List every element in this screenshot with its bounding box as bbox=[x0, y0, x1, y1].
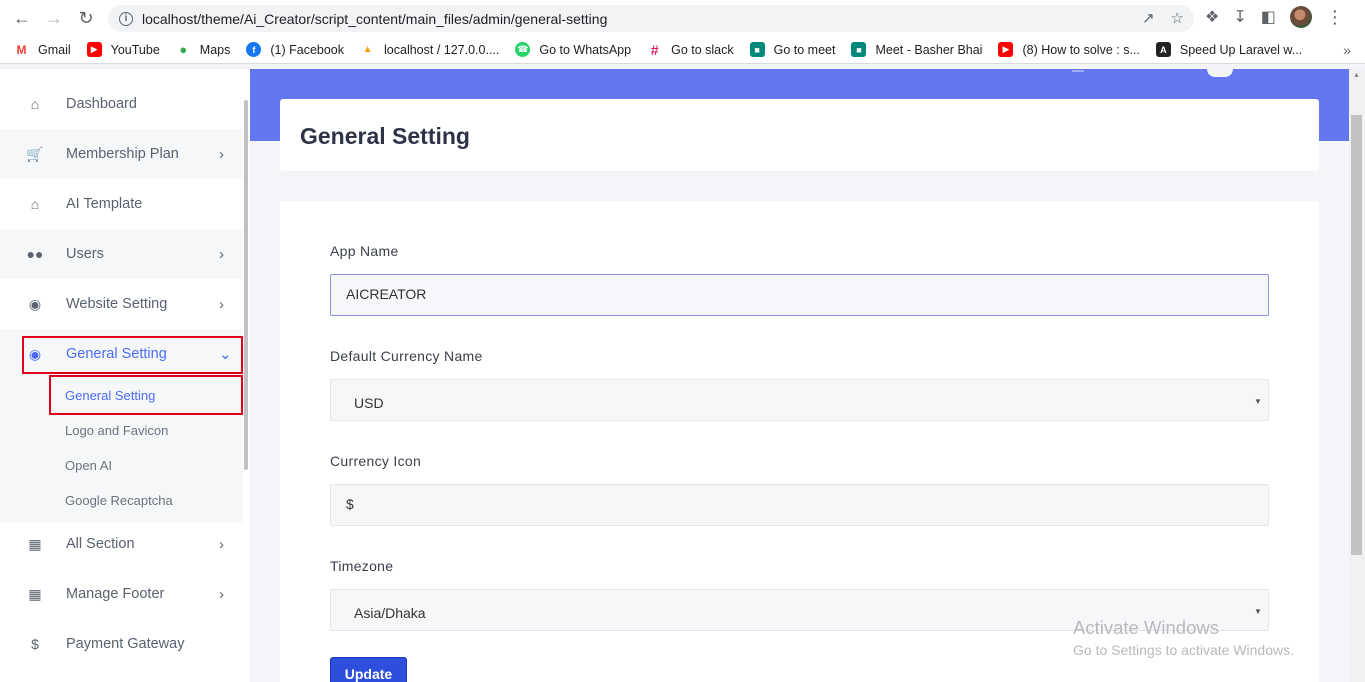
maps-icon: ● bbox=[179, 42, 188, 57]
more-bookmarks-icon[interactable]: » bbox=[1343, 42, 1351, 58]
submenu-item-google-recaptcha[interactable]: Google Recaptcha bbox=[65, 493, 173, 508]
address-bar[interactable]: i localhost/theme/Ai_Creator/script_cont… bbox=[108, 5, 1194, 32]
highlight-box-submenu bbox=[49, 375, 243, 415]
bookmark-youtube-video[interactable]: ▶ (8) How to solve : s... bbox=[998, 42, 1140, 57]
header-notification-edge bbox=[1072, 69, 1084, 72]
grid-icon: ▦ bbox=[28, 585, 42, 602]
page-header-card: General Setting bbox=[280, 99, 1319, 171]
update-button[interactable]: Update bbox=[330, 657, 407, 682]
app-name-label: App Name bbox=[330, 243, 399, 259]
submenu-item-open-ai[interactable]: Open AI bbox=[65, 458, 112, 473]
highlight-box-menu bbox=[22, 336, 243, 374]
share-icon[interactable]: ↗ bbox=[1142, 9, 1155, 27]
bookmark-localhost[interactable]: ▲ localhost / 127.0.0.... bbox=[360, 42, 500, 57]
header-avatar[interactable] bbox=[1207, 69, 1233, 77]
youtube-icon: ▶ bbox=[86, 42, 102, 57]
slack-icon: # bbox=[650, 41, 659, 58]
chevron-right-icon: › bbox=[219, 245, 224, 263]
windows-activation-watermark: Activate Windows Go to Settings to activ… bbox=[1073, 617, 1294, 658]
dropdown-caret-icon: ▼ bbox=[1254, 397, 1262, 406]
bookmark-slack[interactable]: # Go to slack bbox=[647, 41, 734, 58]
app-name-input[interactable]: AICREATOR bbox=[330, 274, 1269, 316]
chevron-right-icon: › bbox=[219, 535, 224, 553]
profile-avatar[interactable] bbox=[1289, 6, 1312, 28]
app-name-value: AICREATOR bbox=[346, 286, 427, 302]
home-icon: ⌂ bbox=[30, 196, 40, 212]
sidebar-item-dashboard[interactable]: ⌂ Dashboard bbox=[0, 79, 243, 129]
facebook-icon: f bbox=[246, 42, 262, 57]
side-panel-icon[interactable]: ◧ bbox=[1261, 7, 1276, 27]
sidebar-scrollbar[interactable] bbox=[244, 100, 248, 470]
timezone-label: Timezone bbox=[330, 558, 394, 574]
download-icon[interactable]: ↧ bbox=[1233, 7, 1246, 27]
home-icon: ⌂ bbox=[30, 96, 40, 112]
currency-name-label: Default Currency Name bbox=[330, 348, 483, 364]
bookmark-facebook[interactable]: f (1) Facebook bbox=[246, 42, 344, 57]
meet-icon: ■ bbox=[749, 42, 765, 57]
bookmark-whatsapp[interactable]: ☎ Go to WhatsApp bbox=[515, 42, 631, 57]
currency-icon-input[interactable]: $ bbox=[330, 484, 1269, 526]
bookmarks-bar: M Gmail ▶ YouTube ● Maps f (1) Facebook ▲ loc… bbox=[0, 36, 1365, 64]
watermark-subtitle: Go to Settings to activate Windows. bbox=[1073, 642, 1294, 658]
whatsapp-icon: ☎ bbox=[515, 42, 531, 57]
globe-icon: ◉ bbox=[28, 295, 42, 312]
sidebar-item-website-setting[interactable]: ◉ Website Setting › bbox=[0, 279, 243, 329]
chevron-right-icon: › bbox=[219, 145, 224, 163]
cart-icon: 🛒 bbox=[26, 145, 44, 162]
dollar-icon: $ bbox=[31, 636, 39, 652]
page-scrollbar[interactable]: ▲ bbox=[1349, 69, 1365, 682]
browser-toolbar: ← → ↻ i localhost/theme/Ai_Creator/scrip… bbox=[0, 0, 1365, 36]
bookmark-youtube[interactable]: ▶ YouTube bbox=[86, 42, 160, 57]
grid-icon: ▦ bbox=[28, 535, 42, 552]
sidebar: ⌂ Dashboard 🛒 Membership Plan › ⌂ AI Tem… bbox=[0, 69, 250, 682]
sidebar-item-ai-template[interactable]: ⌂ AI Template bbox=[0, 179, 243, 229]
reload-icon[interactable]: ↻ bbox=[70, 2, 102, 34]
dropdown-caret-icon: ▼ bbox=[1254, 607, 1262, 616]
url-text[interactable]: localhost/theme/Ai_Creator/script_conten… bbox=[142, 11, 607, 27]
youtube-icon: ▶ bbox=[998, 42, 1014, 57]
sidebar-item-users[interactable]: ●● Users › bbox=[0, 229, 243, 279]
page-title: General Setting bbox=[300, 123, 470, 149]
currency-name-select[interactable]: USD ▼ bbox=[330, 379, 1269, 421]
site-info-icon[interactable]: i bbox=[119, 11, 133, 26]
bookmark-meet[interactable]: ■ Go to meet bbox=[749, 42, 835, 57]
sidebar-item-payment-gateway[interactable]: $ Payment Gateway bbox=[0, 619, 243, 669]
currency-icon-value: $ bbox=[346, 496, 354, 512]
scroll-up-icon[interactable]: ▲ bbox=[1353, 72, 1360, 79]
meet-icon: ■ bbox=[851, 42, 867, 57]
laravel-icon: A bbox=[1155, 42, 1171, 57]
settings-form-card: App Name AICREATOR Default Currency Name… bbox=[280, 201, 1319, 682]
bookmark-maps[interactable]: ● Maps bbox=[176, 42, 230, 57]
back-icon[interactable]: ← bbox=[6, 2, 38, 34]
sidebar-item-manage-footer[interactable]: ▦ Manage Footer › bbox=[0, 569, 243, 619]
bookmark-meet-basher[interactable]: ■ Meet - Basher Bhai bbox=[851, 42, 982, 57]
sidebar-item-membership-plan[interactable]: 🛒 Membership Plan › bbox=[0, 129, 243, 179]
users-icon: ●● bbox=[26, 246, 44, 262]
currency-name-value: USD bbox=[354, 395, 384, 411]
phpmyadmin-icon: ▲ bbox=[362, 44, 373, 55]
forward-icon[interactable]: → bbox=[38, 2, 70, 34]
timezone-value: Asia/Dhaka bbox=[354, 605, 426, 621]
chevron-right-icon: › bbox=[219, 585, 224, 603]
star-icon[interactable]: ☆ bbox=[1171, 9, 1184, 27]
watermark-title: Activate Windows bbox=[1073, 617, 1219, 638]
bookmark-laravel[interactable]: A Speed Up Laravel w... bbox=[1155, 42, 1302, 57]
extensions-icon[interactable]: ❖ bbox=[1205, 7, 1219, 27]
currency-icon-label: Currency Icon bbox=[330, 453, 422, 469]
scrollbar-thumb[interactable] bbox=[1351, 115, 1362, 555]
submenu-item-logo-favicon[interactable]: Logo and Favicon bbox=[65, 423, 168, 438]
sidebar-item-all-section[interactable]: ▦ All Section › bbox=[0, 519, 243, 569]
chevron-right-icon: › bbox=[219, 295, 224, 313]
bookmark-gmail[interactable]: M Gmail bbox=[14, 42, 71, 57]
menu-kebab-icon[interactable]: ⋮ bbox=[1326, 8, 1344, 26]
gmail-icon: M bbox=[16, 42, 27, 57]
